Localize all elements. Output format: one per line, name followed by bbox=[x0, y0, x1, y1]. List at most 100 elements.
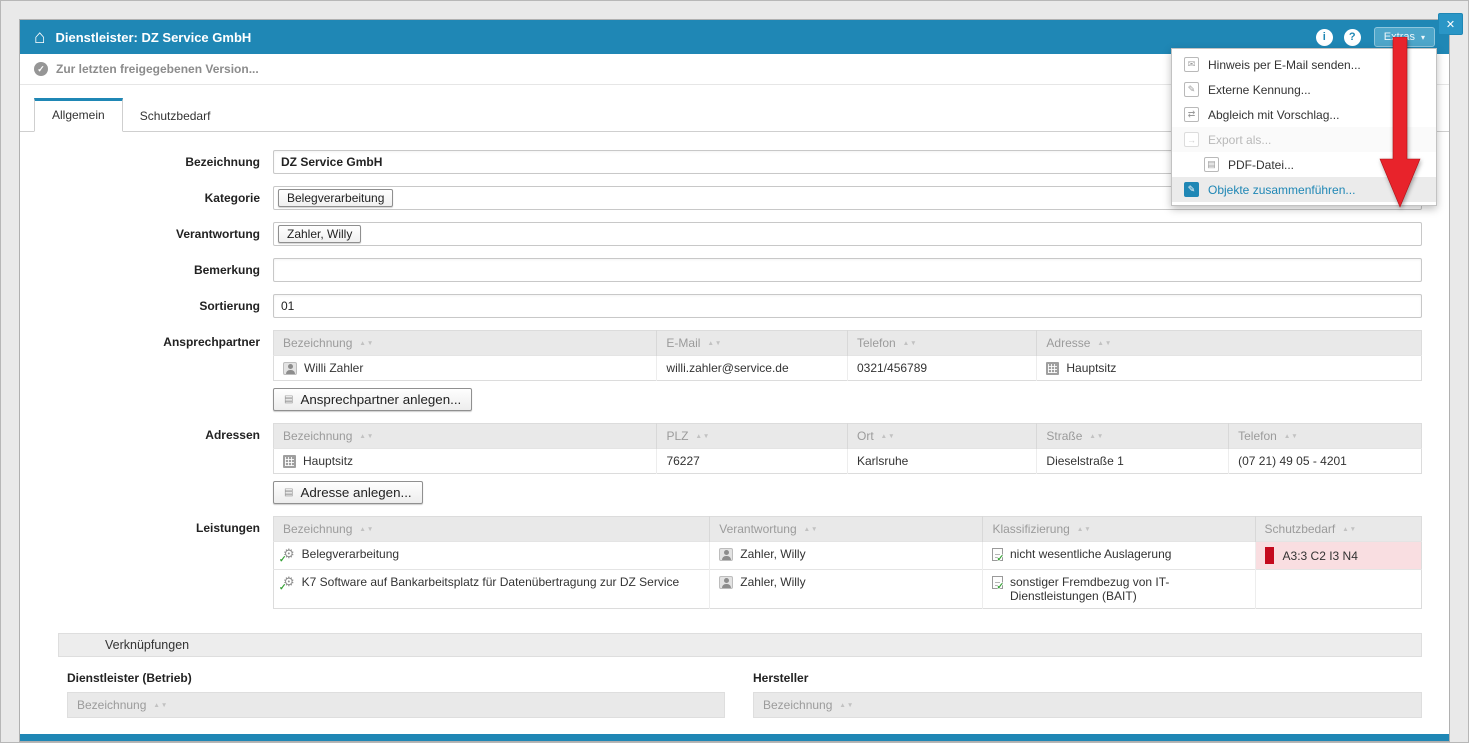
column-header: Bezeichnung bbox=[77, 698, 146, 712]
contact-name: Willi Zahler bbox=[304, 361, 647, 375]
check-badge-icon: ✓ bbox=[279, 554, 287, 565]
sortierung-input[interactable] bbox=[273, 294, 1422, 318]
service-name: Belegverarbeitung bbox=[302, 547, 701, 561]
tab-allgemein[interactable]: Allgemein bbox=[34, 98, 123, 132]
table-row[interactable]: Willi Zahler willi.zahler@service.de 032… bbox=[274, 356, 1422, 381]
column-header: Adresse bbox=[1046, 336, 1090, 350]
add-contact-button[interactable]: ▤ Ansprechpartner anlegen... bbox=[273, 388, 472, 411]
links-right-table-header: Bezeichnung ▲▼ bbox=[753, 692, 1422, 718]
column-header: Klassifizierung bbox=[992, 522, 1069, 536]
kategorie-label: Kategorie bbox=[34, 186, 273, 210]
version-link-label: Zur letzten freigegebenen Version... bbox=[56, 62, 259, 76]
sort-icon[interactable]: ▲▼ bbox=[359, 340, 374, 347]
column-header: Bezeichnung bbox=[763, 698, 832, 712]
menu-item-compare-suggestion[interactable]: ⇄ Abgleich mit Vorschlag... bbox=[1172, 102, 1436, 127]
protection-need: A3:3 C2 I3 N4 bbox=[1283, 549, 1412, 563]
sort-icon[interactable]: ▲▼ bbox=[359, 526, 374, 533]
check-badge-icon: ✓ bbox=[279, 582, 287, 593]
column-header: Ort bbox=[857, 429, 874, 443]
verantwortung-chip[interactable]: Zahler, Willy bbox=[278, 225, 361, 243]
extras-label: Extras bbox=[1384, 31, 1415, 43]
sort-icon[interactable]: ▲▼ bbox=[839, 702, 854, 709]
sort-icon[interactable]: ▲▼ bbox=[1097, 340, 1112, 347]
sort-icon[interactable]: ▲▼ bbox=[695, 433, 710, 440]
kategorie-chip[interactable]: Belegverarbeitung bbox=[278, 189, 393, 207]
links-title: Verknüpfungen bbox=[105, 638, 189, 652]
document-icon: ▤ bbox=[284, 394, 293, 405]
sort-icon[interactable]: ▲▼ bbox=[1089, 433, 1104, 440]
ansprechpartner-table: Bezeichnung ▲▼ E-Mail ▲▼ Telefon ▲▼ Adresse… bbox=[273, 330, 1422, 381]
leistungen-label: Leistungen bbox=[34, 516, 273, 609]
sort-icon[interactable]: ▲▼ bbox=[1077, 526, 1092, 533]
links-right-title: Hersteller bbox=[753, 671, 1422, 685]
sort-icon[interactable]: ▲▼ bbox=[1284, 433, 1299, 440]
service-classification: sonstiger Fremdbezug von IT-Dienstleistu… bbox=[1010, 575, 1246, 603]
sort-icon[interactable]: ▲▼ bbox=[903, 340, 918, 347]
sort-icon[interactable]: ▲▼ bbox=[707, 340, 722, 347]
column-header: Bezeichnung bbox=[283, 336, 352, 350]
column-header: Telefon bbox=[1238, 429, 1277, 443]
menu-item-external-id[interactable]: ✎ Externe Kennung... bbox=[1172, 77, 1436, 102]
check-badge-icon: ✓ bbox=[996, 581, 1004, 592]
sort-icon[interactable]: ▲▼ bbox=[881, 433, 896, 440]
sort-icon[interactable]: ▲▼ bbox=[359, 433, 374, 440]
address-street: Dieselstraße 1 bbox=[1046, 454, 1123, 468]
sort-icon[interactable]: ▲▼ bbox=[804, 526, 819, 533]
service-gear-icon: ⚙✓ bbox=[283, 547, 295, 561]
table-row[interactable]: ⚙✓ Belegverarbeitung Zahler, Willy ✓ nic… bbox=[274, 542, 1422, 570]
column-header: Telefon bbox=[857, 336, 896, 350]
address-phone: (07 21) 49 05 - 4201 bbox=[1238, 454, 1347, 468]
merge-icon: ✎ bbox=[1184, 182, 1199, 197]
service-classification: nicht wesentliche Auslagerung bbox=[1010, 547, 1246, 561]
table-row[interactable]: Hauptsitz 76227 Karlsruhe Dieselstraße 1… bbox=[274, 449, 1422, 474]
check-badge-icon: ✓ bbox=[996, 553, 1004, 564]
menu-item-pdf-file[interactable]: ▤ PDF-Datei... bbox=[1172, 152, 1436, 177]
checkmark-circle-icon: ✓ bbox=[34, 62, 48, 76]
add-address-button[interactable]: ▤ Adresse anlegen... bbox=[273, 481, 423, 504]
chevron-down-icon: ▾ bbox=[1421, 33, 1425, 42]
severity-block-icon bbox=[1265, 547, 1274, 564]
column-header: PLZ bbox=[666, 429, 688, 443]
export-icon: → bbox=[1184, 132, 1199, 147]
pdf-icon: ▤ bbox=[1204, 157, 1219, 172]
sortierung-label: Sortierung bbox=[34, 294, 273, 318]
menu-item-merge-objects[interactable]: ✎ Objekte zusammenführen... bbox=[1172, 177, 1436, 202]
column-header: E-Mail bbox=[666, 336, 700, 350]
add-address-label: Adresse anlegen... bbox=[300, 485, 411, 500]
tab-schutzbedarf[interactable]: Schutzbedarf bbox=[123, 100, 228, 132]
contact-email: willi.zahler@service.de bbox=[666, 361, 788, 375]
adressen-table: Bezeichnung ▲▼ PLZ ▲▼ Ort ▲▼ Straße ▲▼ Telef… bbox=[273, 423, 1422, 474]
menu-item-send-email-hint[interactable]: ✉ Hinweis per E-Mail senden... bbox=[1172, 52, 1436, 77]
extras-button[interactable]: Extras ▾ bbox=[1374, 27, 1435, 47]
person-icon bbox=[283, 362, 297, 375]
menu-item-export-as: → Export als... bbox=[1172, 127, 1436, 152]
add-contact-label: Ansprechpartner anlegen... bbox=[300, 392, 461, 407]
last-released-version-link[interactable]: ✓ Zur letzten freigegebenen Version... bbox=[34, 62, 259, 76]
table-row[interactable]: ⚙✓ K7 Software auf Bankarbeitsplatz für … bbox=[274, 570, 1422, 609]
address-city: Karlsruhe bbox=[857, 454, 908, 468]
pencil-icon: ✎ bbox=[1184, 82, 1199, 97]
service-provider-icon: ⌂ bbox=[34, 28, 45, 47]
column-header: Bezeichnung bbox=[283, 522, 352, 536]
help-icon[interactable]: ? bbox=[1344, 29, 1361, 46]
sort-icon[interactable]: ▲▼ bbox=[153, 702, 168, 709]
links-left-table-header: Bezeichnung ▲▼ bbox=[67, 692, 725, 718]
bemerkung-input[interactable] bbox=[273, 258, 1422, 282]
extras-dropdown-menu: ✉ Hinweis per E-Mail senden... ✎ Externe… bbox=[1171, 48, 1437, 206]
links-left-title: Dienstleister (Betrieb) bbox=[67, 671, 725, 685]
info-icon[interactable]: i bbox=[1316, 29, 1333, 46]
service-responsible: Zahler, Willy bbox=[740, 547, 973, 561]
verantwortung-field[interactable]: Zahler, Willy bbox=[273, 222, 1422, 246]
close-icon[interactable]: ✕ bbox=[1438, 13, 1463, 35]
contact-address: Hauptsitz bbox=[1066, 361, 1412, 375]
person-icon bbox=[719, 548, 733, 561]
leistungen-table: Bezeichnung▲▼ Verantwortung▲▼ Klassifizi… bbox=[273, 516, 1422, 609]
person-icon bbox=[719, 576, 733, 589]
window-title: Dienstleister: DZ Service GmbH bbox=[55, 30, 251, 45]
column-header: Straße bbox=[1046, 429, 1082, 443]
column-header: Bezeichnung bbox=[283, 429, 352, 443]
building-icon bbox=[283, 455, 296, 468]
table-header-row: Bezeichnung ▲▼ PLZ ▲▼ Ort ▲▼ Straße ▲▼ Telef… bbox=[274, 424, 1422, 449]
address-plz: 76227 bbox=[666, 454, 699, 468]
sort-icon[interactable]: ▲▼ bbox=[1342, 526, 1357, 533]
